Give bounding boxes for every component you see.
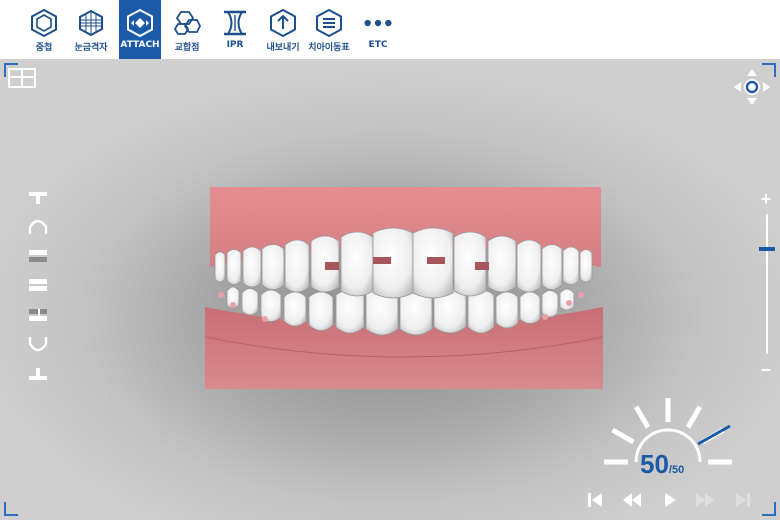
both-jaw-icon	[29, 279, 47, 291]
tool-occlusion-label: 교합점	[174, 43, 200, 53]
tool-overlay[interactable]: 중첩	[23, 0, 65, 59]
gauge-tick	[685, 405, 703, 429]
skip-last-button[interactable]	[732, 490, 754, 510]
more-dots-icon	[363, 8, 393, 38]
tool-overlay-label: 중첩	[35, 43, 53, 53]
model-viewport[interactable]: + − 50/50	[0, 59, 780, 520]
upper-arch-view-button[interactable]	[26, 216, 50, 238]
viewport-corner	[4, 502, 18, 516]
gauge-tick	[611, 427, 635, 445]
split-jaw-icon	[29, 309, 47, 321]
attach-icon	[125, 8, 155, 38]
tool-attach-label: ATTACH	[120, 40, 160, 50]
occlusion-icon	[172, 8, 202, 38]
dental-model-3d[interactable]	[205, 187, 603, 389]
overlay-hexagon-icon	[29, 8, 59, 38]
tool-movement-table-label: 치아이동표	[308, 43, 350, 53]
export-icon	[268, 8, 298, 38]
rewind-button[interactable]	[621, 490, 643, 510]
tool-ipr-label: IPR	[226, 40, 244, 50]
skip-first-button[interactable]	[584, 490, 606, 510]
tool-ipr[interactable]: IPR	[214, 0, 256, 59]
skip-last-icon	[736, 493, 750, 507]
stage-total: /50	[668, 464, 685, 476]
upper-jaw-top-view-button[interactable]	[26, 187, 50, 209]
stage-current: 50	[640, 449, 669, 479]
orbit-navigation-icon	[734, 69, 770, 105]
tool-grid-label: 눈금격자	[74, 43, 108, 53]
play-button[interactable]	[659, 490, 681, 510]
split-jaw-view-button[interactable]	[26, 304, 50, 326]
tool-export[interactable]: 내보내기	[262, 0, 304, 59]
tool-etc[interactable]: ETC	[357, 0, 399, 59]
tool-export-label: 내보내기	[266, 43, 300, 53]
zoom-slider-thumb[interactable]	[759, 247, 775, 251]
zoom-slider-track[interactable]	[766, 214, 768, 354]
tool-grid[interactable]: 눈금격자	[70, 0, 112, 59]
fast-forward-icon	[696, 493, 714, 507]
tool-occlusion[interactable]: 교합점	[166, 0, 208, 59]
viewport-corner	[762, 502, 776, 516]
upper-jaw-top-icon	[29, 192, 47, 204]
tool-movement-table[interactable]: 치아이동표	[308, 0, 350, 59]
stage-counter: 50/50	[640, 449, 684, 480]
upper-half-icon	[29, 250, 47, 262]
grid-icon	[76, 8, 106, 38]
lower-arch-view-button[interactable]	[26, 333, 50, 355]
play-icon	[665, 493, 676, 507]
lower-arch-icon	[28, 337, 48, 352]
zoom-in-button[interactable]: +	[758, 190, 774, 208]
upper-arch-icon	[28, 219, 48, 234]
main-toolbar: 중첩 눈금격자 ATTACH 교합점 IPR 내보내기 치아이동표 ETC	[0, 0, 780, 59]
skip-first-icon	[588, 493, 602, 507]
upper-half-view-button[interactable]	[26, 245, 50, 267]
split-view-button[interactable]	[8, 68, 36, 88]
ipr-icon	[220, 8, 250, 38]
fast-forward-button[interactable]	[694, 490, 716, 510]
tool-etc-label: ETC	[368, 40, 388, 50]
gauge-tick	[633, 405, 651, 429]
tool-attach[interactable]: ATTACH	[119, 0, 161, 59]
zoom-out-button[interactable]: −	[758, 361, 774, 379]
movement-table-icon	[314, 8, 344, 38]
navigation-pad[interactable]	[732, 67, 772, 107]
rewind-icon	[623, 493, 641, 507]
both-jaw-view-button[interactable]	[26, 274, 50, 296]
lower-jaw-bottom-icon	[29, 368, 47, 380]
lower-jaw-bottom-view-button[interactable]	[26, 363, 50, 385]
